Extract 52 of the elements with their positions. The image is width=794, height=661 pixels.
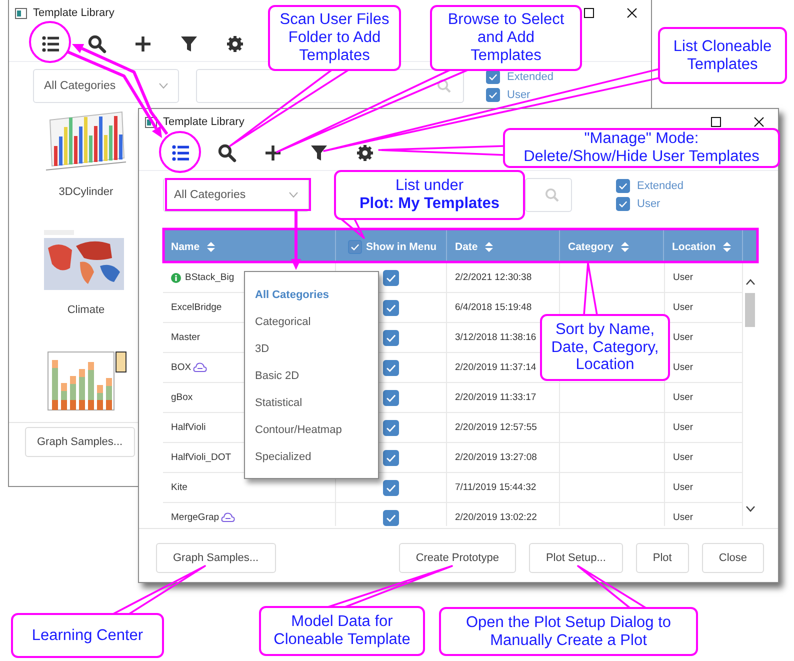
graph-samples-button[interactable]: Graph Samples... — [156, 542, 276, 572]
template-name: 3DCylinder — [58, 186, 114, 198]
menu-item[interactable]: 3D — [251, 335, 274, 362]
menu-item[interactable]: Contour/Heatmap — [251, 416, 346, 443]
callout-text: Scan User Files Folder to Add Templates — [280, 11, 390, 65]
prototype-button[interactable]: Create Prototype — [398, 542, 516, 572]
menu-item[interactable]: Categorical — [251, 308, 315, 335]
plot-button[interactable]: Plot — [636, 542, 689, 572]
callout-text: List Cloneable Templates — [673, 38, 772, 74]
template-name: BOX — [171, 362, 192, 373]
table-cell: 7/11/2019 15:44:32 — [447, 473, 560, 502]
menu-item[interactable]: All Categories — [251, 281, 333, 308]
table-cell: 2/20/2019 12:57:55 — [447, 413, 560, 442]
callout-text: "Manage" Mode: Delete/Show/Hide User Templates — [524, 130, 760, 166]
template-name: BStack_Big — [185, 272, 234, 283]
table-cell: User — [664, 473, 743, 502]
checkbox-label: User — [507, 89, 530, 101]
table-cell: User — [664, 413, 743, 442]
checkbox-label: Extended — [637, 180, 684, 192]
table-cell: 2/20/2019 13:02:22 — [447, 503, 560, 526]
table-cell: User — [664, 503, 743, 526]
callout-text: List under Plot: My Templates — [359, 177, 500, 213]
menu-item[interactable]: Specialized — [251, 443, 316, 470]
setup-button[interactable]: Plot Setup... — [528, 542, 623, 572]
table-cell: 2/20/2019 13:27:08 — [447, 443, 560, 472]
template-name: Master — [171, 332, 200, 343]
category-dropdown[interactable]: All Categories — [163, 178, 309, 212]
table-cell: User — [664, 443, 743, 472]
table-cell: 2/20/2019 11:33:17 — [447, 383, 560, 412]
checkbox-label: User — [637, 198, 660, 210]
table-cell: 2/2/2021 12:30:38 — [447, 263, 560, 292]
menu-item[interactable]: Statistical — [251, 389, 306, 416]
template-name: HalfVioli_DOT — [171, 452, 232, 463]
checkbox-label: Extended — [507, 71, 554, 83]
close-button[interactable]: Close — [702, 542, 764, 572]
template-name: ExcelBridge — [171, 302, 222, 313]
template-name: Kite — [171, 482, 188, 493]
template-name: HalfVioli — [171, 422, 206, 433]
callout-text: Model Data for Cloneable Template — [274, 613, 410, 649]
window-title: Template Library — [33, 7, 114, 19]
menu-item[interactable]: Basic 2D — [251, 362, 304, 389]
graph-samples-button[interactable]: Graph Samples... — [25, 427, 135, 457]
template-name: MergeGrap — [171, 512, 220, 523]
category-dropdown[interactable]: All Categories — [33, 69, 179, 103]
template-name: Climate — [67, 304, 105, 316]
callout-text: Open the Plot Setup Dialog to Manually Create a Plot — [466, 614, 672, 650]
callout-text: Browse to Select and Add Templates — [448, 11, 564, 65]
window-title: Template Library — [163, 116, 244, 128]
table-cell: User — [664, 263, 743, 292]
template-name: gBox — [171, 392, 193, 403]
callout-text: Learning Center — [32, 626, 144, 644]
table-cell: User — [664, 383, 743, 412]
